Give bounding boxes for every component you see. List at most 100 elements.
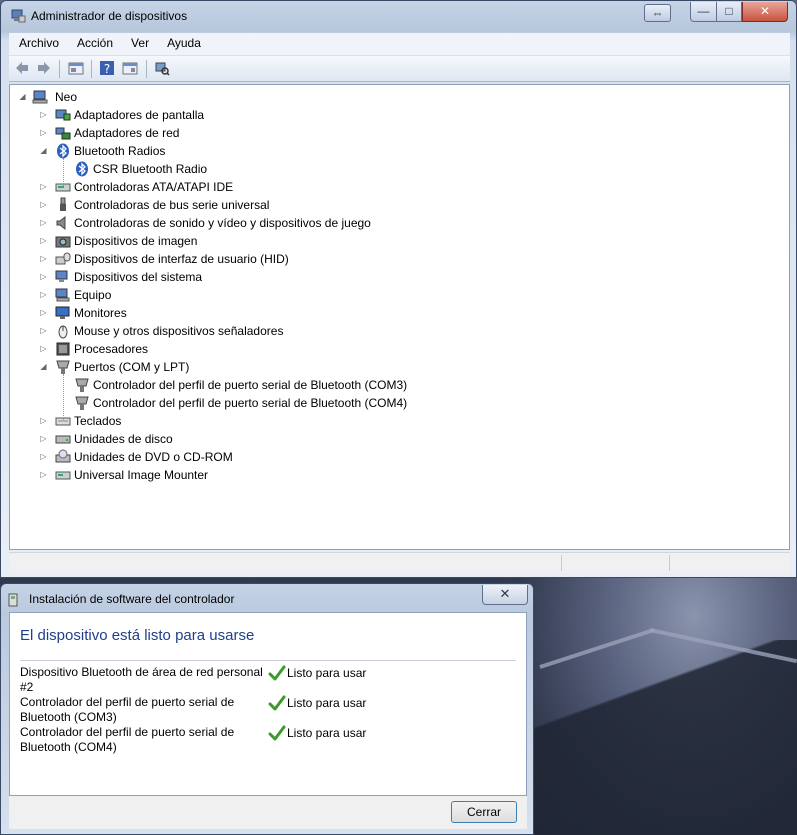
tree-item-label: Controlador del perfil de puerto serial … (93, 396, 408, 410)
expand-icon[interactable]: ▷ (39, 218, 48, 227)
expand-icon[interactable]: ▷ (39, 236, 48, 245)
checkmark-icon (268, 665, 286, 681)
tree-item-label: Controladoras de bus serie universal (74, 198, 270, 212)
device-tree[interactable]: ◢ Neo ▷ Adaptadores de pantalla ▷ Adaptador… (9, 84, 790, 550)
expand-icon[interactable]: ▷ (39, 128, 48, 137)
collapse-icon[interactable]: ◢ (39, 362, 48, 371)
close-dialog-button[interactable]: Cerrar (451, 801, 517, 823)
tree-item[interactable]: ▷ Equipo (10, 286, 710, 304)
port-icon (75, 396, 89, 410)
tree-item[interactable]: ▷ Adaptadores de red (10, 124, 710, 142)
tree-item[interactable]: ▷ Controladoras de bus serie universal (10, 196, 710, 214)
tree-item-label: Unidades de disco (74, 432, 173, 446)
tree-item[interactable]: ▷ Mouse y otros dispositivos señaladores (10, 322, 710, 340)
driver-icon (8, 593, 18, 607)
tree-item[interactable]: CSR Bluetooth Radio (10, 160, 710, 178)
close-button[interactable]: ✕ (742, 2, 788, 22)
tree-item[interactable]: ▷ Controladoras ATA/ATAPI IDE (10, 178, 710, 196)
dialog-footer: Cerrar (9, 796, 527, 829)
expand-icon[interactable]: ▷ (39, 344, 48, 353)
tree-item[interactable]: ◢ Puertos (COM y LPT) (10, 358, 710, 376)
tree-item-label: Dispositivos del sistema (74, 270, 203, 284)
image-mounter-icon (55, 471, 71, 480)
title-bar[interactable]: Administrador de dispositivos ⇔ — □ ✕ (1, 1, 796, 31)
tree-item-label: Dispositivos de interfaz de usuario (HID… (74, 252, 289, 266)
computer-icon (55, 288, 70, 302)
expand-icon[interactable]: ▷ (39, 290, 48, 299)
tree-root-label: Neo (55, 90, 78, 104)
menu-accion[interactable]: Acción (67, 33, 121, 50)
properties-icon[interactable] (68, 60, 84, 76)
expand-icon[interactable]: ▷ (39, 434, 48, 443)
speaker-icon (56, 215, 66, 231)
tree-item-label: Teclados (74, 414, 122, 428)
expand-icon[interactable]: ▷ (39, 182, 48, 191)
expand-icon[interactable]: ▷ (39, 272, 48, 281)
expand-icon[interactable]: ▷ (39, 416, 48, 425)
expand-icon[interactable]: ▷ (39, 110, 48, 119)
tree-item[interactable]: ▷ Dispositivos de imagen (10, 232, 710, 250)
expand-icon[interactable]: ▷ (39, 200, 48, 209)
menu-ayuda[interactable]: Ayuda (157, 33, 209, 50)
tree-item[interactable]: Controlador del perfil de puerto serial … (10, 376, 710, 394)
tree-item[interactable]: ▷ Teclados (10, 412, 710, 430)
tree-item[interactable]: ▷ Unidades de DVD o CD-ROM (10, 448, 710, 466)
help-icon[interactable]: ? (99, 60, 115, 76)
menu-ver[interactable]: Ver (121, 33, 157, 50)
tree-item-label: Mouse y otros dispositivos señaladores (74, 324, 284, 338)
menu-bar: Archivo Acción Ver Ayuda (9, 33, 790, 56)
expand-icon[interactable]: ▷ (39, 452, 48, 461)
device-status: Listo para usar (287, 726, 367, 740)
tree-connector (63, 374, 64, 420)
tree-item[interactable]: ▷ Monitores (10, 304, 710, 322)
tree-item[interactable]: ▷ Dispositivos del sistema (10, 268, 710, 286)
menu-archivo[interactable]: Archivo (9, 33, 67, 50)
scan-hardware-icon[interactable] (154, 60, 170, 76)
expand-icon[interactable]: ▷ (39, 308, 48, 317)
expand-icon[interactable]: ▷ (39, 254, 48, 263)
dialog-heading: El dispositivo está listo para usarse (20, 627, 255, 644)
forward-arrow-icon[interactable] (36, 60, 52, 76)
tree-item[interactable]: ▷ Adaptadores de pantalla (10, 106, 710, 124)
expand-icon[interactable]: ▷ (39, 470, 48, 479)
tree-item-label: Universal Image Mounter (74, 468, 209, 482)
minimize-button[interactable]: — (690, 2, 717, 22)
tree-item[interactable]: ▷ Unidades de disco (10, 430, 710, 448)
tree-item[interactable]: ▷ Dispositivos de interfaz de usuario (HI… (10, 250, 710, 268)
dialog-content: El dispositivo está listo para usarse Di… (9, 612, 527, 796)
tree-item[interactable]: ▷ Controladoras de sonido y vídeo y dispo… (10, 214, 710, 232)
network-adapter-icon (55, 127, 71, 140)
tree-item-label: Adaptadores de pantalla (74, 108, 205, 122)
tree-item[interactable]: ▷ Procesadores (10, 340, 710, 358)
device-name: Controlador del perfil de puerto serial … (20, 695, 235, 724)
checkmark-icon (268, 695, 286, 711)
collapse-icon[interactable]: ◢ (18, 92, 27, 101)
dvd-drive-icon (55, 449, 71, 463)
tree-item-label: Dispositivos de imagen (74, 234, 198, 248)
display-adapter-icon (55, 109, 71, 121)
resize-icon[interactable]: ⇔ (644, 4, 671, 22)
port-icon (75, 378, 89, 392)
status-segment (561, 555, 670, 571)
camera-icon (55, 236, 71, 248)
toolbar-separator (59, 60, 60, 78)
tree-item-label: Controlador del perfil de puerto serial … (93, 378, 408, 392)
tree-root[interactable]: ◢ Neo (18, 88, 318, 106)
view-icon[interactable] (122, 60, 138, 76)
mouse-icon (58, 325, 68, 339)
expand-icon[interactable]: ▷ (39, 326, 48, 335)
collapse-icon[interactable]: ◢ (39, 146, 48, 155)
tree-item[interactable]: ◢ Bluetooth Radios (10, 142, 710, 160)
device-name: Controlador del perfil de puerto serial … (20, 725, 235, 754)
dialog-title: Instalación de software del controlador (29, 592, 235, 606)
toolbar-separator (91, 60, 92, 78)
divider (20, 660, 516, 661)
back-arrow-icon[interactable] (14, 60, 30, 76)
tree-item[interactable]: Controlador del perfil de puerto serial … (10, 394, 710, 412)
tree-item-label: Controladoras ATA/ATAPI IDE (74, 180, 234, 194)
tree-item[interactable]: ▷ Universal Image Mounter (10, 466, 710, 484)
maximize-button[interactable]: □ (716, 2, 742, 22)
tree-item-label: Procesadores (74, 342, 149, 356)
tree-item-label: Controladoras de sonido y vídeo y dispos… (74, 216, 371, 230)
dialog-close-button[interactable]: ✕ (482, 585, 528, 605)
